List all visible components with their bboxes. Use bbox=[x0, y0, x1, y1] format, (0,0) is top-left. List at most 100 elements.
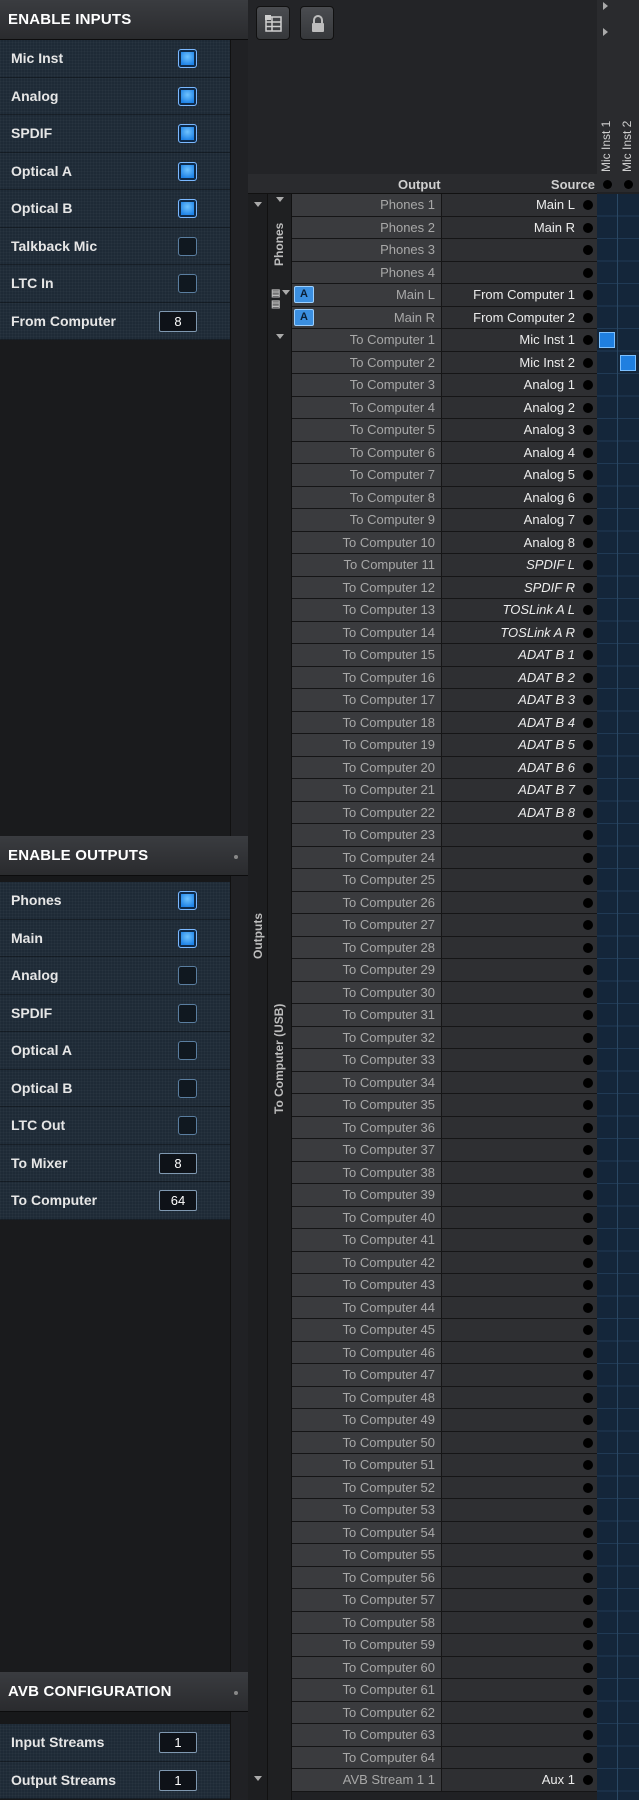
table-row[interactable]: To Computer 14 TOSLink A R bbox=[292, 621, 597, 644]
source-cell[interactable]: Mic Inst 1 bbox=[442, 329, 597, 351]
output-cell[interactable]: To Computer 55 bbox=[292, 1544, 442, 1566]
source-cell[interactable] bbox=[442, 1611, 597, 1633]
table-row[interactable]: To Computer 44 bbox=[292, 1296, 597, 1319]
route-dot-icon[interactable] bbox=[583, 875, 593, 885]
table-row[interactable]: To Computer 64 bbox=[292, 1746, 597, 1769]
table-row[interactable]: To Computer 2 Mic Inst 2 bbox=[292, 351, 597, 374]
route-dot-icon[interactable] bbox=[583, 1550, 593, 1560]
output-cell[interactable]: To Computer 34 bbox=[292, 1071, 442, 1093]
table-row[interactable]: To Computer 20 ADAT B 6 bbox=[292, 756, 597, 779]
route-dot-icon[interactable] bbox=[583, 1662, 593, 1673]
table-row[interactable]: To Computer 12 SPDIF R bbox=[292, 576, 597, 599]
output-cell[interactable]: To Computer 10 bbox=[292, 531, 442, 553]
source-cell[interactable]: Analog 6 bbox=[442, 486, 597, 508]
output-cell[interactable]: To Computer 7 bbox=[292, 464, 442, 486]
table-row[interactable]: To Computer 53 bbox=[292, 1499, 597, 1522]
route-dot-icon[interactable] bbox=[583, 492, 593, 503]
table-row[interactable]: To Computer 38 bbox=[292, 1161, 597, 1184]
source-cell[interactable] bbox=[442, 1409, 597, 1431]
source-cell[interactable] bbox=[442, 1049, 597, 1071]
output-cell[interactable]: To Computer 38 bbox=[292, 1161, 442, 1183]
table-row[interactable]: To Computer 23 bbox=[292, 824, 597, 847]
route-dot-icon[interactable] bbox=[583, 1010, 593, 1020]
source-cell[interactable] bbox=[442, 1679, 597, 1701]
output-cell[interactable]: To Computer 47 bbox=[292, 1364, 442, 1386]
route-dot-icon[interactable] bbox=[583, 470, 593, 480]
table-row[interactable]: To Computer 47 bbox=[292, 1364, 597, 1387]
route-dot-icon[interactable] bbox=[583, 627, 593, 638]
table-row[interactable]: To Computer 11 SPDIF L bbox=[292, 554, 597, 577]
enable-inputs-scroll-edge[interactable] bbox=[230, 40, 248, 840]
route-dot-icon[interactable] bbox=[583, 222, 593, 233]
matrix-column-label[interactable]: Mic Inst 2 bbox=[618, 44, 639, 194]
output-cell[interactable]: To Computer 41 bbox=[292, 1229, 442, 1251]
enable-inputs-header[interactable]: ENABLE INPUTS bbox=[0, 0, 248, 40]
source-cell[interactable] bbox=[442, 1499, 597, 1521]
output-cell[interactable]: AVB Stream 1 1 bbox=[292, 1769, 442, 1791]
route-dot-icon[interactable] bbox=[583, 740, 593, 750]
route-dot-icon[interactable] bbox=[583, 335, 593, 345]
source-cell[interactable]: Analog 5 bbox=[442, 464, 597, 486]
output-cell[interactable]: Phones 4 bbox=[292, 261, 442, 283]
assign-badge[interactable]: A bbox=[294, 286, 314, 303]
matrix-column-label[interactable]: Mic Inst 1 bbox=[597, 44, 618, 194]
output-cell[interactable]: To Computer 18 bbox=[292, 711, 442, 733]
source-cell[interactable] bbox=[442, 1476, 597, 1498]
avb-scroll-edge[interactable] bbox=[230, 1712, 248, 1800]
output-cell[interactable]: To Computer 44 bbox=[292, 1296, 442, 1318]
table-row[interactable]: To Computer 51 bbox=[292, 1454, 597, 1477]
source-cell[interactable]: ADAT B 3 bbox=[442, 689, 597, 711]
option-number-field[interactable]: 1 bbox=[159, 1769, 197, 1791]
route-dot-icon[interactable] bbox=[583, 515, 593, 525]
table-row[interactable]: To Computer 5 Analog 3 bbox=[292, 419, 597, 442]
output-cell[interactable]: To Computer 3 bbox=[292, 374, 442, 396]
source-cell[interactable] bbox=[442, 1364, 597, 1386]
output-cell[interactable]: Phones 2 bbox=[292, 216, 442, 238]
route-dot-icon[interactable] bbox=[583, 312, 593, 323]
source-cell[interactable]: ADAT B 6 bbox=[442, 756, 597, 778]
output-cell[interactable]: To Computer 29 bbox=[292, 959, 442, 981]
route-dot-icon[interactable] bbox=[583, 897, 593, 908]
route-dot-icon[interactable] bbox=[583, 1032, 593, 1043]
output-cell[interactable]: To Computer 39 bbox=[292, 1184, 442, 1206]
route-dot-icon[interactable] bbox=[583, 1685, 593, 1695]
table-row[interactable]: To Computer 18 ADAT B 4 bbox=[292, 711, 597, 734]
source-cell[interactable] bbox=[442, 959, 597, 981]
table-row[interactable]: To Computer 9 Analog 7 bbox=[292, 509, 597, 532]
table-row[interactable]: To Computer 1 Mic Inst 1 bbox=[292, 329, 597, 352]
enable-outputs-header[interactable]: ENABLE OUTPUTS bbox=[0, 836, 248, 876]
source-cell[interactable]: Analog 1 bbox=[442, 374, 597, 396]
output-cell[interactable]: To Computer 62 bbox=[292, 1701, 442, 1723]
route-dot-icon[interactable] bbox=[583, 1730, 593, 1740]
route-dot-icon[interactable] bbox=[583, 200, 593, 210]
option-checkbox[interactable] bbox=[178, 1041, 197, 1060]
table-row[interactable]: To Computer 8 Analog 6 bbox=[292, 486, 597, 509]
table-row[interactable]: To Computer 7 Analog 5 bbox=[292, 464, 597, 487]
source-cell[interactable]: From Computer 1 bbox=[442, 284, 597, 306]
table-row[interactable]: To Computer 56 bbox=[292, 1566, 597, 1589]
route-dot-icon[interactable] bbox=[583, 1257, 593, 1268]
option-checkbox[interactable] bbox=[178, 236, 197, 256]
route-dot-icon[interactable] bbox=[583, 717, 593, 728]
route-dot-icon[interactable] bbox=[583, 1280, 593, 1290]
source-cell[interactable] bbox=[442, 1521, 597, 1543]
table-row[interactable]: To Computer 32 bbox=[292, 1026, 597, 1049]
column-dot-icon[interactable] bbox=[624, 180, 633, 189]
route-dot-icon[interactable] bbox=[583, 987, 593, 998]
output-cell[interactable]: To Computer 11 bbox=[292, 554, 442, 576]
table-row[interactable]: AVB Stream 1 1 Aux 1 bbox=[292, 1769, 597, 1792]
route-dot-icon[interactable] bbox=[583, 1482, 593, 1493]
route-dot-icon[interactable] bbox=[583, 830, 593, 840]
output-cell[interactable]: To Computer 19 bbox=[292, 734, 442, 756]
table-row[interactable]: To Computer 48 bbox=[292, 1386, 597, 1409]
option-checkbox[interactable] bbox=[178, 928, 197, 948]
assign-badge[interactable]: A bbox=[294, 308, 314, 326]
option-checkbox[interactable] bbox=[178, 49, 197, 68]
output-cell[interactable]: To Computer 63 bbox=[292, 1724, 442, 1746]
output-cell[interactable]: To Computer 53 bbox=[292, 1499, 442, 1521]
route-dot-icon[interactable] bbox=[583, 1325, 593, 1335]
option-checkbox[interactable] bbox=[178, 161, 197, 181]
table-row[interactable]: To Computer 15 ADAT B 1 bbox=[292, 644, 597, 667]
route-dot-icon[interactable] bbox=[583, 380, 593, 390]
source-cell[interactable] bbox=[442, 1004, 597, 1026]
